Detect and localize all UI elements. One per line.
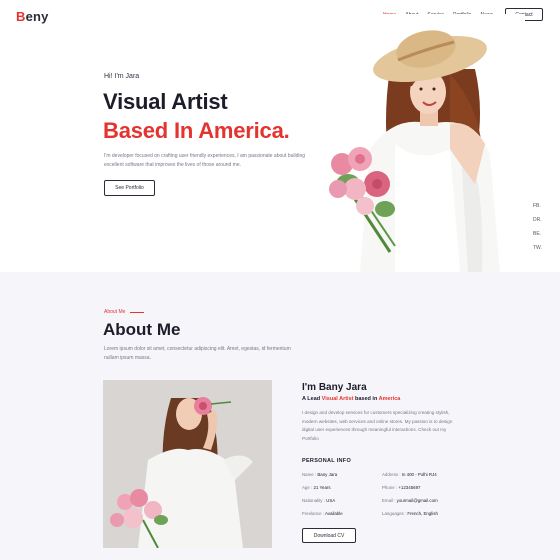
info-value: 21 Years: [313, 485, 331, 490]
info-label: Email :: [382, 498, 397, 503]
info-phone: Phone : +12345697: [382, 485, 462, 493]
about-kicker-text: About Me: [104, 309, 126, 315]
info-value: yourmail@gmail.com: [396, 498, 438, 503]
hero-title-line1: Visual Artist: [103, 89, 228, 114]
info-value: +12345697: [398, 485, 421, 490]
info-label: Age :: [302, 485, 314, 490]
info-value: USA: [326, 498, 336, 503]
hero-greeting: Hi! I'm Jara: [104, 73, 140, 80]
info-address: Address : In 400 - Polhi RJ4: [382, 472, 462, 480]
bio-text: I design and develop services for custom…: [302, 410, 453, 441]
info-value: Bany Jara: [317, 472, 338, 477]
bio-role-highlight-2: America: [378, 396, 401, 402]
about-portrait-image: [103, 380, 272, 548]
kicker-divider: [130, 311, 145, 313]
info-value: In 400 - Polhi RJ4: [401, 472, 437, 477]
logo-accent: B: [16, 9, 26, 24]
info-value: French, English: [407, 511, 438, 516]
hero-title-line2: Based In America.: [103, 118, 290, 143]
about-title: About Me: [103, 320, 181, 339]
bio-role-highlight-1: Visual Artist: [321, 396, 354, 402]
info-email: Email : yourmail@gmail.com: [382, 498, 462, 506]
info-freelance: Freelance : Available: [302, 511, 382, 519]
bio-role-prefix: A Lead: [302, 396, 322, 402]
info-label: Freelance :: [302, 511, 325, 516]
info-age: Age : 21 Years: [302, 485, 382, 493]
info-label: Languages :: [382, 511, 408, 516]
info-label: Nationality :: [302, 498, 327, 503]
personal-info-grid: Name : Bany Jara Address : In 400 - Polh…: [302, 472, 462, 519]
logo-text: eny: [25, 9, 49, 24]
social-links: FB. DR. BE. TW.: [533, 203, 542, 252]
about-kicker: About Me: [104, 309, 145, 315]
info-label: Address :: [382, 472, 402, 477]
about-subtitle: Lorem ipsum dolor sit amet, consectetur …: [104, 346, 291, 361]
info-nationality: Nationality : USA: [302, 498, 382, 506]
social-dribbble[interactable]: DR.: [533, 217, 542, 224]
bio-role-middle: based in: [353, 396, 379, 402]
info-languages: Languages : French, English: [382, 511, 462, 519]
info-value: Available: [324, 511, 343, 516]
info-name: Name : Bany Jara: [302, 472, 382, 480]
social-behance[interactable]: BE.: [533, 231, 542, 238]
hero-description: I'm developer focused on crafting user f…: [104, 153, 306, 168]
hero-portrait-image: [300, 14, 525, 272]
download-cv-button[interactable]: Download CV: [302, 528, 356, 543]
personal-info-title: PERSONAL INFO: [302, 458, 352, 464]
hero-section: Beny Home About Service Portfolio News C…: [0, 0, 560, 272]
social-twitter[interactable]: TW.: [533, 245, 542, 252]
logo[interactable]: Beny: [16, 9, 49, 24]
about-section: About Me About Me Lorem ipsum dolor sit …: [0, 272, 560, 560]
bio-role: A Lead Visual Artist based in America: [302, 396, 400, 402]
social-facebook[interactable]: FB.: [533, 203, 542, 210]
bio-name: I'm Bany Jara: [302, 382, 367, 393]
info-label: Name :: [302, 472, 318, 477]
see-portfolio-button[interactable]: See Portfolio: [104, 180, 155, 196]
info-label: Phone :: [382, 485, 399, 490]
